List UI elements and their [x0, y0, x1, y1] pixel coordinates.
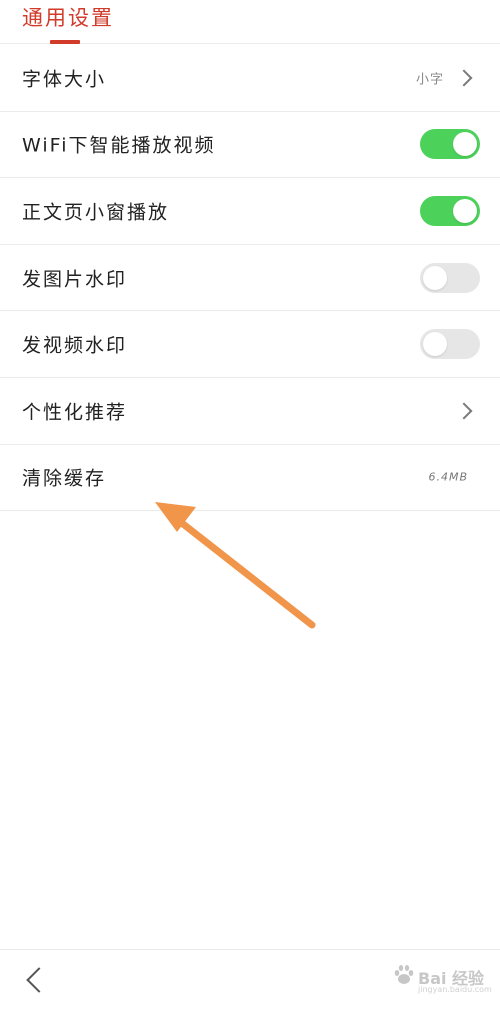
- setting-row-clear-cache[interactable]: 清除缓存 6.4MB: [0, 445, 500, 512]
- setting-row-image-watermark: 发图片水印: [0, 245, 500, 312]
- toggle-knob: [423, 265, 447, 290]
- chevron-right-icon: [455, 69, 473, 87]
- chevron-right-icon: [455, 402, 473, 420]
- setting-row-personalized[interactable]: 个性化推荐: [0, 378, 500, 445]
- font-size-label: 字体大小: [22, 68, 107, 91]
- wifi-autoplay-toggle[interactable]: [420, 129, 480, 160]
- font-size-value: 小字: [415, 72, 444, 88]
- setting-row-video-watermark: 发视频水印: [0, 311, 500, 378]
- image-watermark-toggle[interactable]: [420, 262, 480, 293]
- setting-row-wifi-autoplay: WiFi下智能播放视频: [0, 112, 500, 179]
- image-watermark-label: 发图片水印: [22, 268, 128, 291]
- header: 通用设置: [0, 0, 500, 44]
- video-watermark-label: 发视频水印: [22, 334, 128, 357]
- mini-window-toggle[interactable]: [420, 195, 480, 226]
- watermark-url: jingyan.baidu.com: [418, 985, 492, 994]
- title-underline: [50, 40, 80, 44]
- setting-row-font-size[interactable]: 字体大小 小字: [0, 45, 500, 112]
- general-settings-screen: 通用设置 字体大小 小字 WiFi下智能播放视频 正文页小窗播放 发图片水印 发…: [0, 0, 500, 1009]
- video-watermark-toggle[interactable]: [420, 329, 480, 360]
- clear-cache-label: 清除缓存: [22, 467, 107, 490]
- page-title: 通用设置: [22, 6, 114, 30]
- settings-list: 字体大小 小字 WiFi下智能播放视频 正文页小窗播放 发图片水印 发视频水印 …: [0, 45, 500, 512]
- toggle-knob: [453, 132, 477, 157]
- bottom-bar: Bai 经验 jingyan.baidu.com: [0, 949, 500, 1009]
- mini-window-label: 正文页小窗播放: [22, 201, 170, 224]
- cache-size-value: 6.4MB: [428, 470, 468, 484]
- back-arrow-icon[interactable]: [22, 968, 46, 992]
- toggle-knob: [453, 198, 477, 223]
- wifi-autoplay-label: WiFi下智能播放视频: [22, 134, 216, 157]
- setting-row-mini-window: 正文页小窗播放: [0, 178, 500, 245]
- personalized-label: 个性化推荐: [22, 401, 128, 424]
- toggle-knob: [423, 332, 447, 357]
- paw-logo-icon: [394, 965, 414, 984]
- baidu-jingyan-watermark: Bai 经验 jingyan.baidu.com: [372, 959, 492, 999]
